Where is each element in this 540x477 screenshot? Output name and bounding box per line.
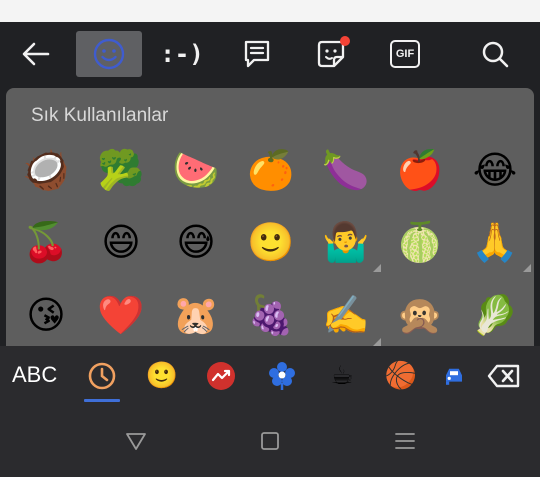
status-strip (0, 0, 540, 22)
emoji-key[interactable]: 😅 (166, 212, 226, 272)
emoji-key[interactable]: 😘 (16, 285, 76, 345)
recents-menu-icon (395, 433, 415, 449)
activity-ball-icon: 🏀 (384, 361, 418, 391)
emoji-key[interactable]: 🍊 (241, 140, 301, 200)
emoticon-button[interactable]: :-) (149, 31, 215, 77)
backspace-button[interactable] (484, 360, 524, 392)
trending-icon (207, 362, 235, 390)
panel-title: Sık Kullanılanlar (31, 105, 169, 126)
back-triangle-icon (126, 433, 146, 450)
keyboard-toolbar: :-) GIF (0, 22, 540, 86)
nav-back-button[interactable] (121, 426, 151, 456)
search-button[interactable] (462, 31, 528, 77)
emoji-key[interactable]: 🍒 (16, 212, 76, 272)
trending-category-button[interactable] (203, 358, 239, 394)
search-icon (482, 41, 509, 68)
gif-icon: GIF (390, 40, 420, 68)
emoji-key[interactable]: 🙏 (465, 212, 525, 272)
gif-button[interactable]: GIF (372, 31, 438, 77)
activity-category-button[interactable]: 🏀 (383, 358, 419, 394)
nature-flower-icon (269, 362, 295, 390)
emoji-key[interactable]: 😂 (465, 140, 525, 200)
recent-category-button[interactable] (84, 358, 120, 394)
recent-clock-icon (88, 362, 116, 390)
emoji-key[interactable]: 🥦 (91, 140, 151, 200)
food-drink-icon: ☕ (330, 361, 354, 391)
emoji-key[interactable]: 🍉 (166, 140, 226, 200)
emoji-key[interactable]: 🍎 (390, 140, 450, 200)
back-button[interactable] (3, 31, 69, 77)
emoji-key[interactable]: 🙊 (390, 285, 450, 345)
emoji-key[interactable]: 🐹 (166, 285, 226, 345)
emoji-key[interactable]: ✍️ (316, 285, 376, 345)
emoji-key[interactable]: 🥥 (16, 140, 76, 200)
emoji-key[interactable]: 😄 (91, 212, 151, 272)
variant-indicator (523, 264, 531, 272)
back-arrow-icon (22, 42, 50, 66)
emoji-key[interactable]: 🙂 (241, 212, 301, 272)
emoji-key[interactable]: 🥬 (465, 285, 525, 345)
backspace-icon (487, 364, 520, 388)
abc-keyboard-button[interactable]: ABC (12, 362, 57, 388)
emoji-key[interactable]: 🤷‍♂️ (316, 212, 376, 272)
emoji-smiley-icon (93, 38, 125, 70)
home-square-icon (261, 432, 279, 450)
emoji-category-bar: ABC 🙂 ☕ 🏀 (0, 346, 540, 406)
gif-label: GIF (395, 48, 415, 60)
active-category-underline (84, 399, 120, 402)
travel-car-icon (446, 368, 462, 385)
variant-indicator (373, 338, 381, 346)
emoticon-icon: :-) (160, 40, 204, 68)
variant-indicator (373, 264, 381, 272)
emoji-key[interactable]: ❤️ (91, 285, 151, 345)
emoji-panel: Sık Kullanılanlar 🥥 🥦 🍉 🍊 🍆 🍎 😂 🍒 😄 😅 🙂 🤷‍♂️ 🍈 🙏 😘 ❤️ 🐹 🍇… (6, 88, 534, 346)
nav-recents-button[interactable] (390, 426, 420, 456)
notification-badge (340, 36, 350, 46)
clipboard-icon (244, 40, 270, 68)
food-category-button[interactable]: ☕ (324, 358, 360, 394)
emoji-tab-button[interactable] (76, 31, 142, 77)
sticker-button[interactable] (298, 31, 364, 77)
system-navigation-bar (0, 406, 540, 477)
smileys-icon: 🙂 (145, 361, 179, 391)
emoji-key[interactable]: 🍈 (390, 212, 450, 272)
nature-category-button[interactable] (264, 358, 300, 394)
smileys-category-button[interactable]: 🙂 (144, 358, 180, 394)
emoji-key[interactable]: 🍆 (316, 140, 376, 200)
emoji-key[interactable]: 🍇 (241, 285, 301, 345)
travel-category-button[interactable] (442, 358, 466, 394)
clipboard-button[interactable] (224, 31, 290, 77)
nav-home-button[interactable] (255, 426, 285, 456)
